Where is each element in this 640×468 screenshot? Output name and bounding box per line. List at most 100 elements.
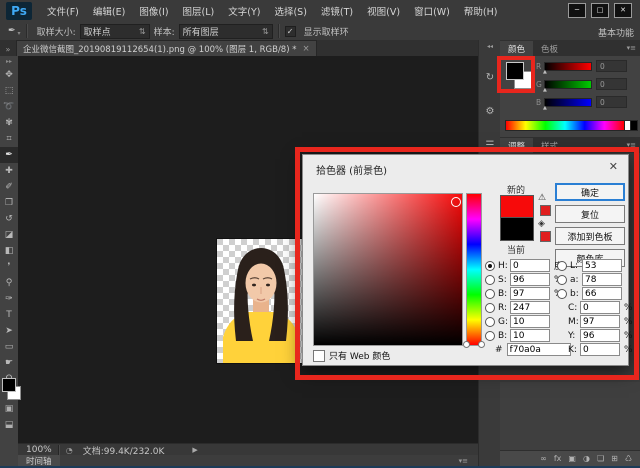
- hue-slider-handle[interactable]: [463, 341, 470, 348]
- green-radio[interactable]: [485, 317, 495, 327]
- menu-filter[interactable]: 滤镜(T): [314, 4, 360, 18]
- tool-dodge[interactable]: ⚲: [0, 275, 18, 291]
- yellow-input[interactable]: [580, 329, 620, 342]
- current-color-swatch[interactable]: [500, 217, 534, 241]
- menu-layer[interactable]: 图层(L): [176, 4, 222, 18]
- quick-mask-icon[interactable]: ▣: [0, 404, 18, 414]
- tool-eraser[interactable]: ◪: [0, 227, 18, 243]
- red-value[interactable]: 0: [596, 60, 627, 72]
- tab-swatches[interactable]: 色板: [533, 41, 566, 56]
- adjustments-dock-icon[interactable]: ☰: [479, 135, 501, 155]
- close-button[interactable]: ✕: [614, 3, 632, 18]
- panel-menu-icon[interactable]: ▾≡: [627, 44, 636, 52]
- new-layer-icon[interactable]: ⊞: [611, 454, 618, 463]
- menu-window[interactable]: 窗口(W): [407, 4, 457, 18]
- tool-preset-arrow-icon[interactable]: ▾: [18, 30, 21, 37]
- menu-edit[interactable]: 编辑(E): [86, 4, 132, 18]
- history-panel-icon[interactable]: ↻: [479, 67, 501, 87]
- toolbar-collapse-icon[interactable]: ▸▸: [0, 56, 18, 67]
- color-spectrum-ramp[interactable]: [505, 120, 625, 131]
- document-image[interactable]: [217, 239, 305, 363]
- green-input[interactable]: [510, 315, 550, 328]
- eyedropper-tool-icon[interactable]: ✒: [8, 26, 16, 36]
- menu-view[interactable]: 视图(V): [360, 4, 407, 18]
- menu-image[interactable]: 图像(I): [132, 4, 175, 18]
- hue-radio[interactable]: [485, 261, 495, 271]
- tool-quick-selection[interactable]: ✾: [0, 115, 18, 131]
- cyan-input[interactable]: [580, 301, 620, 314]
- tab-overflow-icon[interactable]: »: [0, 45, 16, 56]
- black-input[interactable]: [580, 343, 620, 356]
- status-expand-icon[interactable]: ▶: [192, 446, 197, 454]
- tool-shape[interactable]: ▭: [0, 339, 18, 355]
- saturation-input[interactable]: [510, 273, 550, 286]
- tool-crop[interactable]: ⌗: [0, 131, 18, 147]
- web-closest-swatch[interactable]: [540, 231, 551, 242]
- zoom-level[interactable]: 100%: [26, 445, 52, 455]
- sample-size-select[interactable]: 取样点 ⇅: [80, 24, 150, 39]
- add-to-swatches-button[interactable]: 添加到色板: [555, 227, 625, 245]
- dock-collapse-icon[interactable]: ◂◂: [479, 40, 501, 53]
- delete-layer-icon[interactable]: ♺: [625, 454, 632, 463]
- blue-value[interactable]: 0: [596, 96, 627, 108]
- gamut-warning-icon[interactable]: ⚠: [538, 193, 546, 203]
- tool-lasso[interactable]: ➰: [0, 99, 18, 115]
- tool-blur[interactable]: ❜: [0, 259, 18, 275]
- tool-gradient[interactable]: ◧: [0, 243, 18, 259]
- timeline-menu-icon[interactable]: ▾≡: [459, 457, 468, 465]
- red-radio[interactable]: [485, 303, 495, 313]
- tool-move[interactable]: ✥: [0, 67, 18, 83]
- maximize-button[interactable]: □: [591, 3, 609, 18]
- red-input[interactable]: [510, 301, 550, 314]
- blue-radio[interactable]: [485, 331, 495, 341]
- layer-effects-icon[interactable]: fx: [554, 454, 562, 463]
- lab-l-radio[interactable]: [557, 261, 567, 271]
- lab-b-input[interactable]: [582, 287, 622, 300]
- show-ring-checkbox[interactable]: ✓: [285, 26, 296, 37]
- link-layers-icon[interactable]: ∞: [540, 454, 547, 463]
- green-value[interactable]: 0: [596, 78, 627, 90]
- lab-b-radio[interactable]: [557, 289, 567, 299]
- spectrum-black-swatch[interactable]: [630, 120, 638, 131]
- saturation-radio[interactable]: [485, 275, 495, 285]
- web-color-warning-icon[interactable]: ◈: [538, 219, 545, 229]
- tool-healing-brush[interactable]: ✚: [0, 163, 18, 179]
- panel-foreground-swatch[interactable]: [506, 62, 524, 80]
- lab-a-radio[interactable]: [557, 275, 567, 285]
- dialog-close-icon[interactable]: ✕: [609, 160, 618, 173]
- tab-color[interactable]: 颜色: [500, 41, 533, 56]
- menu-help[interactable]: 帮助(H): [457, 4, 505, 18]
- hex-input[interactable]: [507, 343, 571, 356]
- blue-slider[interactable]: ▲: [544, 98, 592, 107]
- hue-slider[interactable]: [466, 193, 482, 346]
- layer-group-icon[interactable]: ❏: [597, 454, 604, 463]
- tool-history-brush[interactable]: ↺: [0, 211, 18, 227]
- timeline-tab[interactable]: 时间轴: [18, 455, 60, 466]
- workspace-switcher[interactable]: 基本功能: [598, 26, 634, 39]
- ok-button[interactable]: 确定: [555, 183, 625, 201]
- tab-close-icon[interactable]: ×: [302, 44, 309, 54]
- layer-mask-icon[interactable]: ▣: [568, 454, 576, 463]
- web-colors-only-checkbox[interactable]: [313, 350, 325, 362]
- tool-pen[interactable]: ✑: [0, 291, 18, 307]
- document-tab[interactable]: 企业微信截图_20190819112654(1).png @ 100% (图层 …: [16, 40, 317, 56]
- panel-menu-icon[interactable]: ▾≡: [627, 141, 636, 149]
- saturation-brightness-field[interactable]: [313, 193, 463, 346]
- menu-select[interactable]: 选择(S): [267, 4, 313, 18]
- menu-file[interactable]: 文件(F): [40, 4, 86, 18]
- gamut-closest-swatch[interactable]: [540, 205, 551, 216]
- tool-marquee[interactable]: ⬚: [0, 83, 18, 99]
- screen-mode-icon[interactable]: ⬓: [0, 420, 18, 430]
- tool-hand[interactable]: ☛: [0, 355, 18, 371]
- adjustment-layer-icon[interactable]: ◑: [583, 454, 590, 463]
- reset-button[interactable]: 复位: [555, 205, 625, 223]
- brightness-input[interactable]: [510, 287, 550, 300]
- red-slider[interactable]: ▲: [544, 62, 592, 71]
- color-field-marker[interactable]: [451, 197, 461, 207]
- hue-input[interactable]: [510, 259, 550, 272]
- tab-adjustments[interactable]: 调整: [500, 138, 533, 153]
- brightness-radio[interactable]: [485, 289, 495, 299]
- tool-path-selection[interactable]: ➤: [0, 323, 18, 339]
- tool-type[interactable]: T: [0, 307, 18, 323]
- magenta-input[interactable]: [580, 315, 620, 328]
